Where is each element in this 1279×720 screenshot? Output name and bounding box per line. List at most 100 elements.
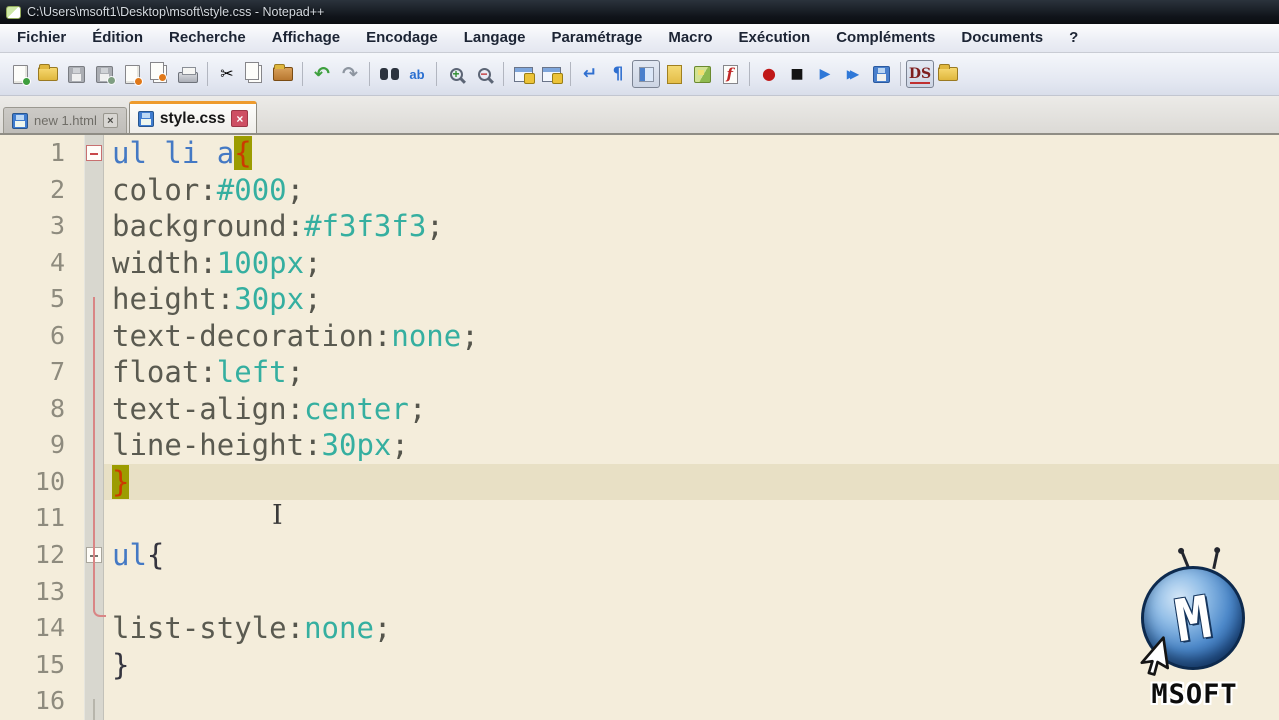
word-wrap-button[interactable]: ↵ [576,60,604,88]
zoom-out-button[interactable]: − [470,60,498,88]
code-line[interactable]: text-decoration:none; [104,318,1279,355]
line-number: 4 [49,247,65,277]
code-line[interactable] [104,683,1279,720]
close-all-icon [150,62,167,82]
menu-item-encodage[interactable]: Encodage [353,24,451,52]
save-all-button[interactable] [90,60,118,88]
code-line[interactable]: height:30px; [104,281,1279,318]
line-number: 6 [49,320,65,350]
editor-row: 15} [0,646,1279,684]
playback-macro-button[interactable]: ▶ [811,60,839,88]
menu-item-edition[interactable]: Édition [79,24,156,52]
menu-item-macro[interactable]: Macro [655,24,725,52]
code-token: 100px [216,245,305,280]
code-line[interactable]: width:100px; [104,245,1279,282]
close-all-button[interactable] [146,60,174,88]
editor-row: 1 ul li a{ [0,135,1279,172]
code-token: : [199,172,217,207]
fold-margin [84,646,104,684]
code-line[interactable]: ul li a{ [104,135,1279,172]
cut-button[interactable]: ✂ [213,60,241,88]
menu-item-langage[interactable]: Langage [451,24,539,52]
close-icon[interactable]: × [231,110,249,127]
code-line[interactable]: background:#f3f3f3; [104,208,1279,245]
code-line[interactable]: float:left; [104,354,1279,391]
fold-marker-icon[interactable] [86,145,102,161]
menu-item-aide[interactable]: ? [1056,24,1091,52]
toolbar-separator [749,62,750,86]
close-icon[interactable]: × [102,113,118,128]
code-line[interactable]: } [104,463,1279,501]
save-macro-button[interactable] [867,60,895,88]
notepad-plus-plus-window: C:\Users\msoft1\Desktop\msoft\style.css … [0,0,1279,720]
redo-arrow-icon: ↷ [342,62,358,85]
tab-label: style.css [159,109,226,127]
menu-item-documents[interactable]: Documents [948,24,1056,52]
code-line[interactable] [104,574,1279,611]
indent-guide-button[interactable] [632,60,660,88]
show-all-characters-button[interactable]: ¶ [604,60,632,88]
stop-recording-button[interactable]: ■ [783,60,811,88]
code-token: ; [373,611,392,646]
zoom-in-button[interactable]: + [442,60,470,88]
save-file-button[interactable] [62,60,90,88]
replace-button[interactable]: ab [403,60,431,88]
fold-margin [84,244,104,282]
code-token: float [112,355,200,390]
menu-item-affichage[interactable]: Affichage [259,24,353,52]
open-file-button[interactable] [34,60,62,88]
code-token: 30px [321,428,392,463]
toolbar-separator [207,62,208,86]
document-map-button[interactable] [688,60,716,88]
dspellcheck-button[interactable]: DS [906,60,934,88]
menu-item-complements[interactable]: Compléments [823,24,948,52]
code-token: : [373,318,392,353]
menu-item-execution[interactable]: Exécution [726,24,824,52]
explorer-folder-icon [938,64,958,81]
msoft-watermark: M MSOFT [1132,550,1257,710]
code-token: none [304,611,374,646]
new-file-icon [12,64,31,86]
new-file-button[interactable] [6,60,34,88]
run-macro-multiple-button[interactable]: ▶▶ [839,60,867,88]
copy-button[interactable] [241,60,269,88]
close-file-button[interactable] [118,60,146,88]
undo-button[interactable]: ↶ [308,60,336,88]
line-number: 9 [49,430,65,460]
editor-row: 2 color:#000; [0,171,1279,209]
function-list-button[interactable] [716,60,744,88]
menu-item-fichier[interactable]: Fichier [4,24,79,52]
code-token: : [286,209,305,244]
menu-item-recherche[interactable]: Recherche [156,24,259,52]
code-line[interactable]: text-align:center; [104,391,1279,428]
code-token: 30px [234,282,305,317]
editor-row: 5 height:30px; [0,281,1279,318]
print-button[interactable] [174,60,202,88]
code-line[interactable]: } [104,647,1279,684]
code-line[interactable]: color:#000; [104,172,1279,209]
paste-button[interactable] [269,60,297,88]
code-line[interactable]: ul{ [104,537,1279,574]
sync-horizontal-button[interactable] [537,60,565,88]
tab-new-1-html[interactable]: new 1.html × [3,107,127,133]
sync-vertical-button[interactable] [509,60,537,88]
code-line[interactable]: line-height:30px; [104,427,1279,464]
code-line[interactable]: list-style:none; [104,610,1279,647]
start-recording-button[interactable]: ● [755,60,783,88]
find-button[interactable] [375,60,403,88]
redo-button[interactable]: ↷ [336,60,364,88]
line-number: 8 [49,393,65,423]
explorer-button[interactable] [934,60,962,88]
save-all-floppy-icon [95,65,116,85]
menu-item-parametrage[interactable]: Paramétrage [538,24,655,52]
notepad-plus-plus-icon [6,5,21,19]
editor-area[interactable]: 1 ul li a{2 color:#000; 3 background:#f3f3f3… [0,135,1279,720]
code-token: text-align [112,391,287,426]
play-icon: ▶ [819,66,831,82]
code-token: : [286,611,305,646]
fold-guide-line-active [93,297,95,609]
tab-style-css[interactable]: style.css × [128,101,258,133]
record-icon: ● [762,64,776,83]
toolbar-separator [570,62,571,86]
doc-switcher-button[interactable] [660,60,688,88]
